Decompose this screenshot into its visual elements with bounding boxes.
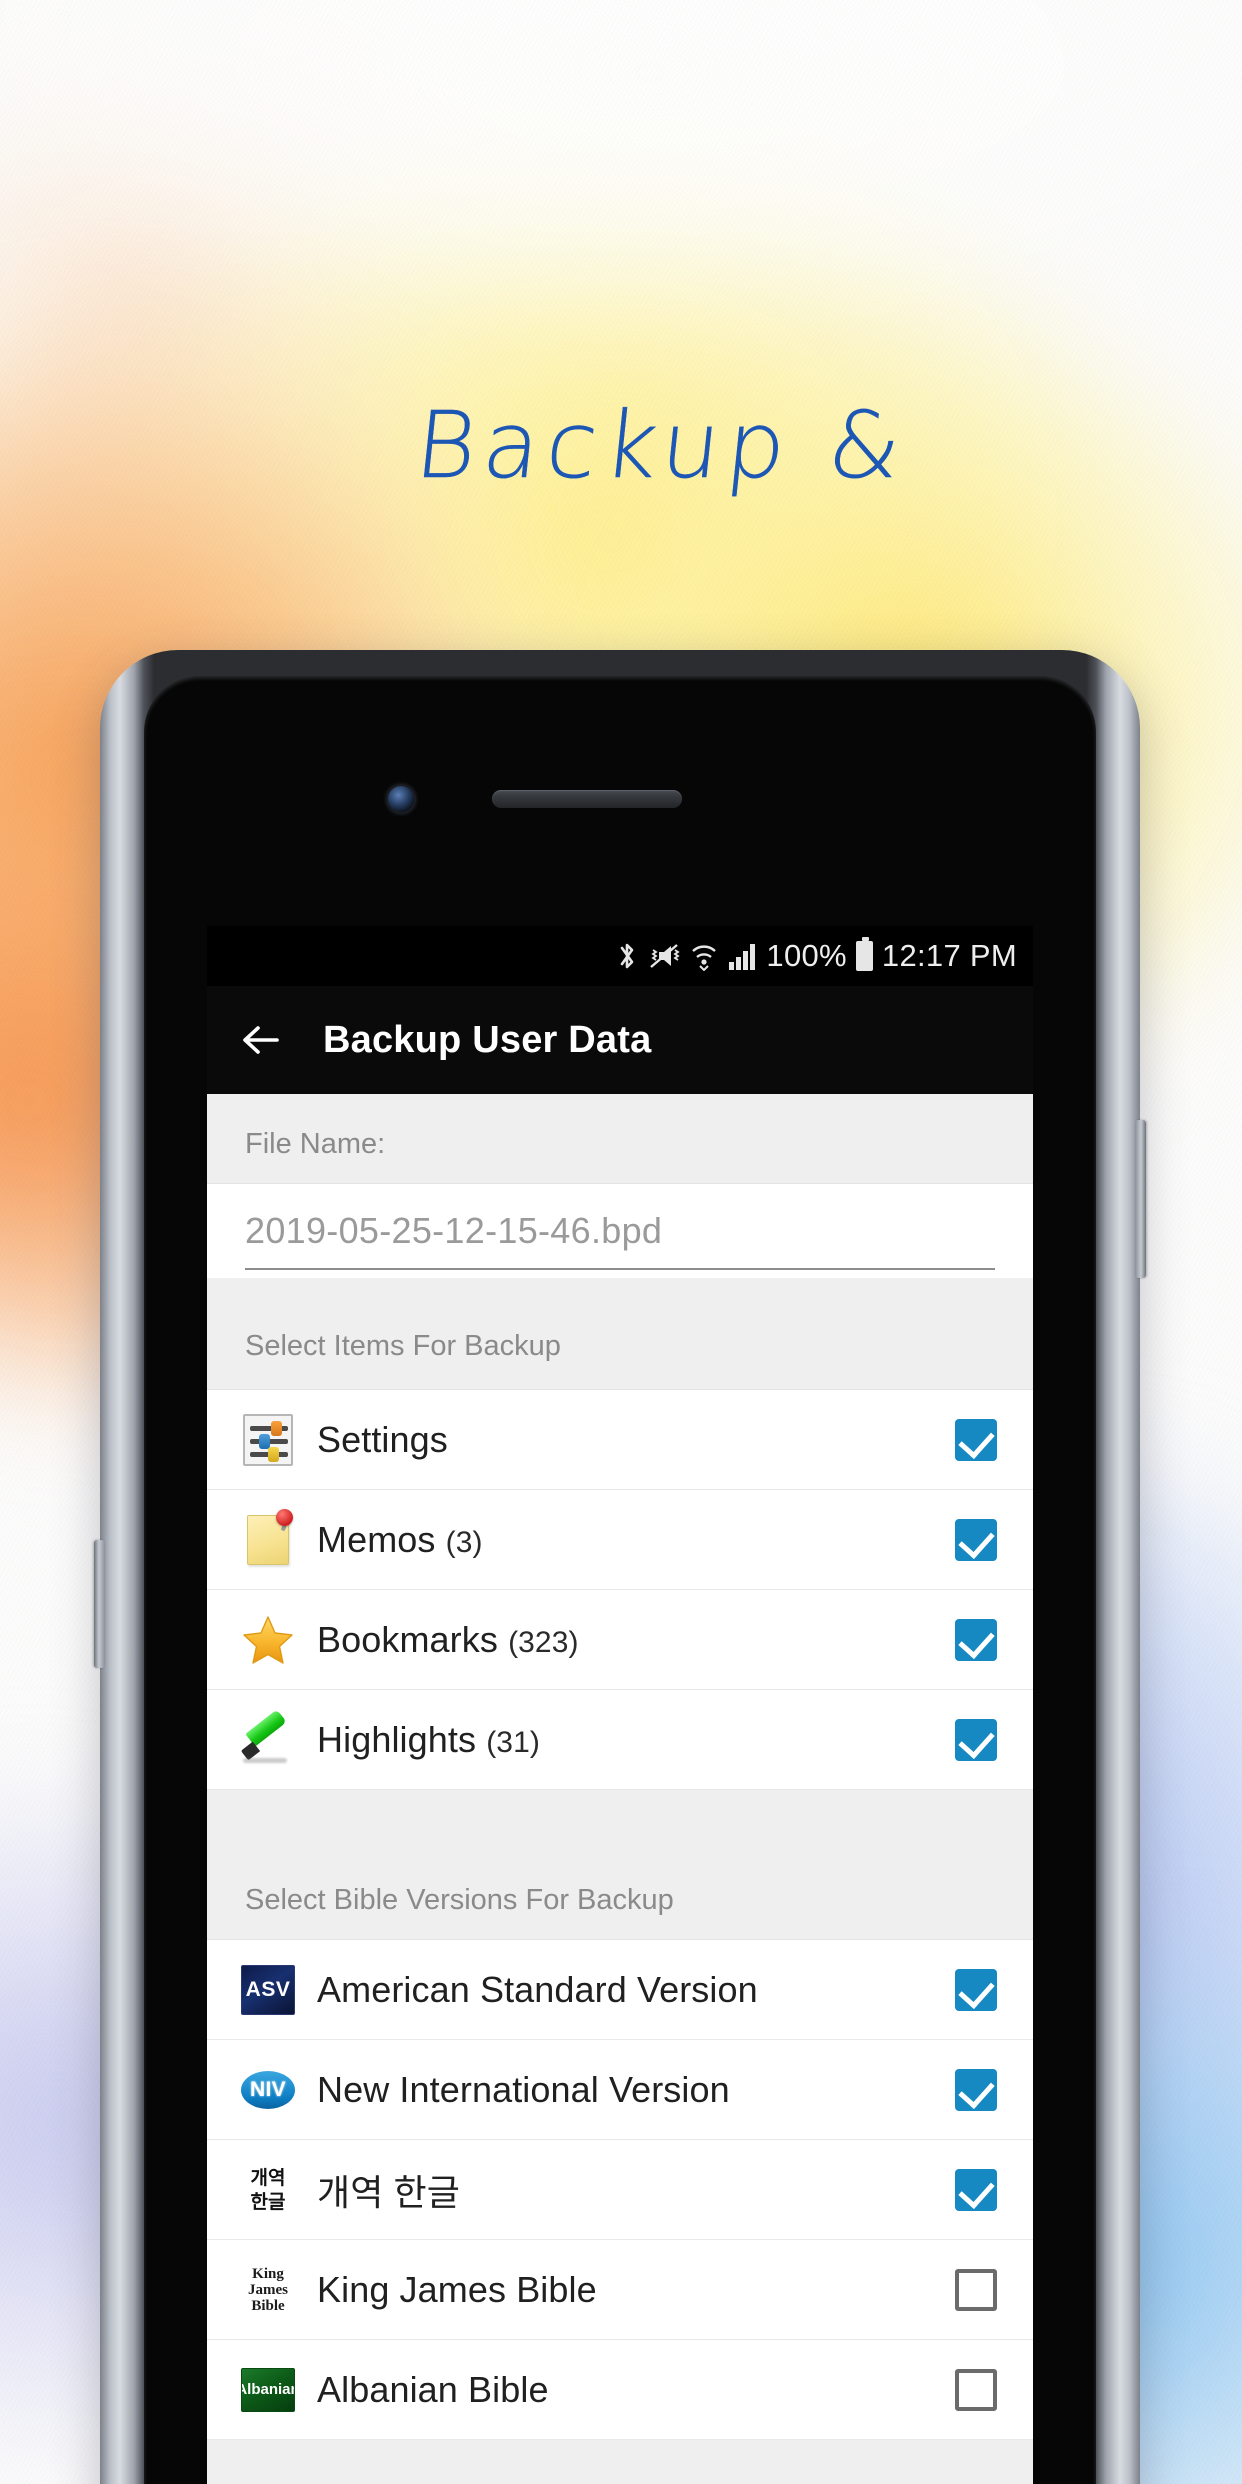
list-item-label: Memos (3)	[317, 1519, 955, 1561]
checkbox-albanian[interactable]	[955, 2368, 997, 2411]
phone-screen: 100% 12:17 PM Backup User Data File Name…	[207, 926, 1033, 2484]
phone-face: 100% 12:17 PM Backup User Data File Name…	[144, 676, 1096, 2484]
list-item-memos[interactable]: Memos (3)	[207, 1490, 1033, 1590]
list-item-count: (3)	[445, 1525, 483, 1559]
kjb-badge-line-3: Bible	[251, 2297, 285, 2314]
list-item-highlights[interactable]: Highlights (31)	[207, 1690, 1033, 1790]
korean-badge-line-2: 한글	[250, 2190, 286, 2213]
list-item-korean[interactable]: 개역 한글 개역 한글	[207, 2140, 1033, 2240]
bluetooth-icon	[616, 940, 638, 972]
asv-badge-text: ASV	[241, 1964, 295, 2015]
list-item-label: 개역 한글	[317, 2171, 460, 2213]
file-name-input[interactable]: 2019-05-25-12-15-46.bpd	[245, 1210, 995, 1270]
settings-sliders-icon	[241, 1413, 295, 1467]
file-name-header: File Name:	[207, 1094, 1033, 1184]
checkbox-bookmarks[interactable]	[955, 1618, 997, 1661]
memo-note-icon	[241, 1508, 295, 1567]
list-item-count: (323)	[508, 1625, 579, 1659]
list-item-label: Highlights (31)	[317, 1719, 955, 1761]
front-camera-icon	[388, 786, 414, 812]
settings-list: File Name: 2019-05-25-12-15-46.bpd Selec…	[207, 1094, 1033, 2484]
checkbox-memos[interactable]	[955, 1518, 997, 1561]
list-item-label: New International Version	[317, 2068, 730, 2110]
back-arrow-icon[interactable]	[239, 1018, 283, 1062]
list-item-albanian[interactable]: Albanian Albanian Bible	[207, 2340, 1033, 2440]
asv-badge-icon: ASV	[241, 1963, 295, 2017]
list-item-label: Bookmarks (323)	[317, 1619, 955, 1661]
niv-badge-text: NIV	[241, 2070, 295, 2109]
niv-badge-icon: NIV	[241, 2065, 295, 2115]
list-item-title: Highlights	[317, 1718, 477, 1760]
kjb-badge-line-2: James	[248, 2281, 288, 2298]
status-bar: 100% 12:17 PM	[207, 926, 1033, 986]
app-bar: Backup User Data	[207, 986, 1033, 1094]
list-item-title: Bookmarks	[317, 1618, 498, 1660]
list-item-asv[interactable]: ASV American Standard Version	[207, 1940, 1033, 2040]
list-item-settings[interactable]: Settings	[207, 1390, 1033, 1490]
checkbox-korean[interactable]	[955, 2168, 997, 2211]
list-item-bookmarks[interactable]: Bookmarks (323)	[207, 1590, 1033, 1690]
kjb-badge-line-1: King	[252, 2265, 284, 2282]
vibrate-mute-icon	[647, 941, 681, 971]
list-item-king-james[interactable]: King James Bible King James Bible	[207, 2240, 1033, 2340]
list-item-label: King James Bible	[317, 2268, 597, 2310]
list-item-label: Settings	[317, 1418, 448, 1460]
section-spacer-bottom	[207, 2440, 1033, 2484]
checkbox-settings[interactable]	[955, 1418, 997, 1461]
page-title: Backup User Data	[323, 1018, 652, 1061]
cellular-signal-icon	[727, 941, 757, 971]
headline-line-1: Backup &	[410, 392, 914, 499]
list-item-count: (31)	[486, 1725, 540, 1759]
phone-mockup: 100% 12:17 PM Backup User Data File Name…	[94, 650, 1146, 2484]
kjb-badge-icon: King James Bible	[241, 2264, 295, 2316]
albanian-badge-icon: Albanian	[241, 2363, 295, 2417]
list-item-niv[interactable]: NIV New International Version	[207, 2040, 1033, 2140]
file-name-field-wrap: 2019-05-25-12-15-46.bpd	[207, 1184, 1033, 1278]
items-section-header: Select Items For Backup	[207, 1278, 1033, 1390]
star-bookmark-icon	[241, 1613, 295, 1667]
list-item-label: American Standard Version	[317, 1968, 758, 2010]
bible-section-header: Select Bible Versions For Backup	[207, 1850, 1033, 1940]
earpiece-speaker-icon	[492, 790, 682, 808]
checkbox-asv[interactable]	[955, 1968, 997, 2011]
battery-full-icon	[855, 937, 873, 971]
list-item-title: Memos	[317, 1518, 436, 1560]
checkbox-king-james[interactable]	[955, 2268, 997, 2311]
checkbox-highlights[interactable]	[955, 1718, 997, 1761]
highlighter-pen-icon	[240, 1708, 295, 1767]
clock-label: 12:17 PM	[881, 938, 1017, 973]
volume-button[interactable]	[94, 1540, 105, 1668]
section-spacer	[207, 1790, 1033, 1850]
list-item-label: Albanian Bible	[317, 2368, 549, 2410]
checkbox-niv[interactable]	[955, 2068, 997, 2111]
korean-badge-line-1: 개역	[250, 2166, 286, 2189]
korean-badge-icon: 개역 한글	[241, 2164, 295, 2216]
albanian-badge-text: Albanian	[241, 2367, 295, 2412]
battery-percent-label: 100%	[766, 938, 847, 973]
power-button[interactable]	[1135, 1120, 1146, 1278]
wifi-icon	[690, 941, 718, 971]
